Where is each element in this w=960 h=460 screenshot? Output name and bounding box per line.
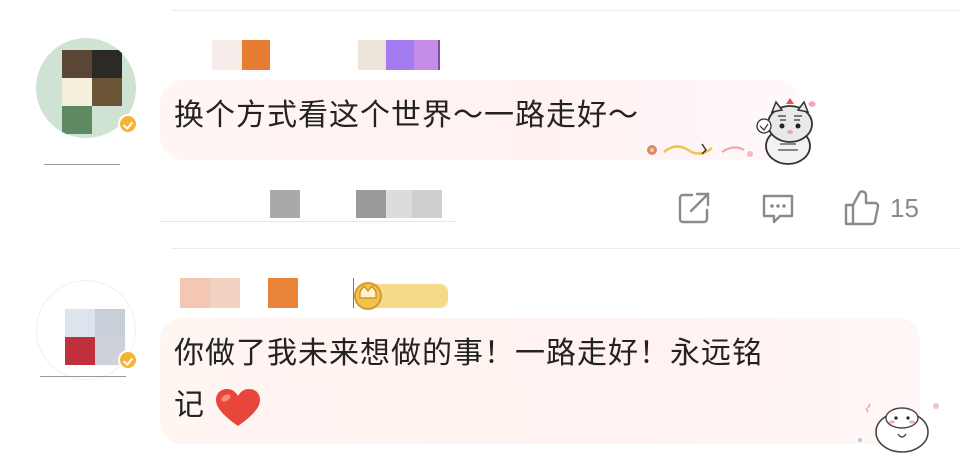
thumbs-up-icon: [844, 190, 880, 226]
like-button[interactable]: 15: [842, 188, 919, 228]
username-blurred[interactable]: [180, 276, 354, 310]
comment-bubble-icon: [762, 194, 794, 224]
comment-text-line1: 你做了我未来想做的事！一路走好！永远铭: [174, 336, 763, 371]
username-blurred[interactable]: [212, 38, 440, 72]
avatar-underline: [40, 376, 126, 377]
comment-button[interactable]: [760, 190, 796, 226]
comment-text-line2: 记: [174, 388, 204, 423]
red-heart-icon: [216, 389, 260, 426]
share-button[interactable]: [676, 190, 712, 226]
cat-sticker-icon: [647, 98, 816, 165]
avatar-underline: [44, 164, 120, 165]
top-divider: [172, 10, 960, 11]
verified-badge-icon: [118, 350, 138, 370]
comment-meta-blurred: [160, 186, 456, 222]
bun-sticker-icon: [858, 403, 939, 453]
like-count: 15: [890, 192, 919, 223]
share-square-icon: [678, 192, 710, 224]
comment-text: 换个方式看这个世界～一路走好～: [174, 98, 639, 133]
verified-badge-icon: [118, 114, 138, 134]
crown-medal-icon: [354, 282, 448, 310]
comment-divider: [172, 248, 960, 249]
